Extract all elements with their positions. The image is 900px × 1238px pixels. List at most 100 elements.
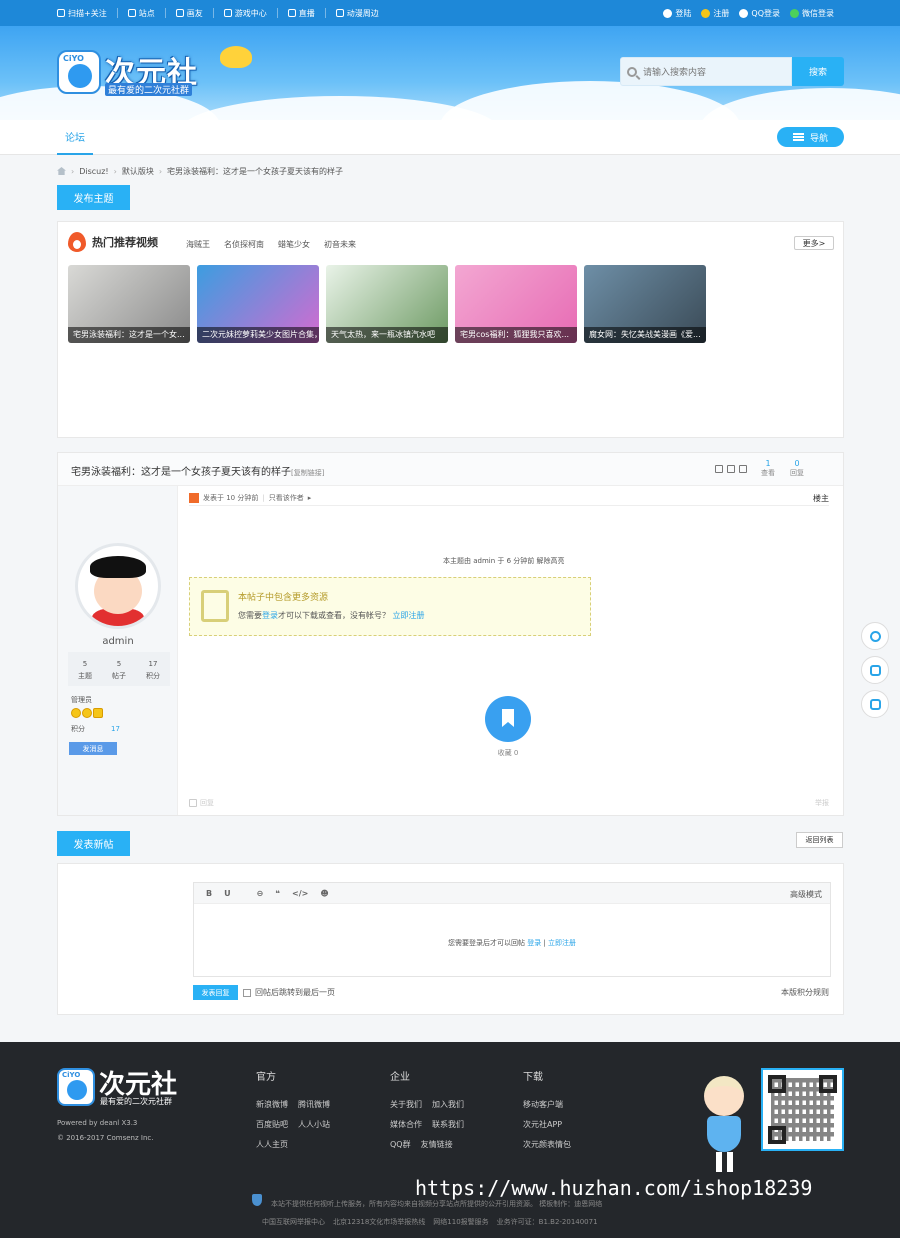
author-stat[interactable]: 5 主题	[68, 652, 102, 686]
hot-tag[interactable]: 蜡笔少女	[278, 239, 310, 250]
breadcrumb-item[interactable]: 默认版块	[122, 166, 154, 177]
author-role: 管理员	[71, 696, 92, 704]
footer-link[interactable]: 人人小站	[298, 1119, 330, 1130]
main-nav: 论坛 导航	[0, 120, 900, 155]
jump-to-last-checkbox[interactable]: 回帖后跳转到最后一页	[243, 987, 335, 998]
top-link-games[interactable]: 游戏中心	[223, 8, 267, 19]
divider	[164, 8, 166, 18]
top-bar: 扫描+关注 站点 画友 游戏中心 直播 动漫周边 登陆 注册 QQ登录 微信登录	[0, 0, 900, 26]
footer-link[interactable]: 中国互联网举报中心	[262, 1217, 325, 1227]
footer-link[interactable]: 百度贴吧	[256, 1119, 288, 1130]
report-link[interactable]: 举报	[815, 798, 829, 808]
register-link[interactable]: 立即注册	[393, 611, 425, 620]
favorite-button[interactable]	[485, 696, 531, 742]
link-button[interactable]: ⊖	[257, 889, 264, 898]
footer-link[interactable]: 加入我们	[432, 1099, 464, 1110]
chevron-right-icon: ›	[158, 166, 163, 176]
footer-col-company: 企业 关于我们 加入我们 媒体合作 联系我们 QQ群 友情链接	[390, 1072, 464, 1150]
divider	[276, 8, 278, 18]
avatar[interactable]	[75, 543, 161, 629]
top-link-friends[interactable]: 画友	[175, 8, 203, 19]
submit-reply-button[interactable]: 发表回复	[193, 985, 238, 1000]
advanced-mode-link[interactable]: 高级模式	[790, 889, 822, 900]
hot-tag[interactable]: 海贼王	[186, 239, 210, 250]
star-icon	[93, 708, 103, 718]
footer-link[interactable]: 友情链接	[421, 1139, 453, 1150]
footer-link[interactable]: 关于我们	[390, 1099, 422, 1110]
home-icon[interactable]	[57, 167, 66, 175]
powered-by: Powered by deanl X3.3	[57, 1119, 138, 1127]
footer-link[interactable]: QQ群	[390, 1139, 411, 1150]
top-link-scan[interactable]: 扫描+关注	[57, 8, 107, 19]
search-input[interactable]: 请输入搜索内容	[620, 57, 792, 86]
fire-icon	[68, 232, 86, 252]
footer-link[interactable]: 联系我们	[432, 1119, 464, 1130]
author-name[interactable]: admin	[58, 636, 178, 647]
wechat-login-link[interactable]: 微信登录	[790, 8, 834, 19]
login-link[interactable]: 登陆	[663, 8, 691, 19]
video-thumb[interactable]: 宅男cos福利：狐狸我只喜欢...	[455, 265, 577, 343]
tab-forum[interactable]: 论坛	[57, 120, 93, 155]
video-thumb[interactable]: 宅男泳装福利：这才是一个女...	[68, 265, 190, 343]
footer-link[interactable]: 次元社APP	[523, 1119, 562, 1130]
hot-tag[interactable]: 初音未来	[324, 239, 356, 250]
breadcrumb-item[interactable]: Discuz!	[79, 167, 108, 176]
next-icon[interactable]	[739, 465, 747, 473]
video-thumb[interactable]: 天气太热，来一瓶冰镇汽水吧	[326, 265, 448, 343]
author-stat[interactable]: 5 帖子	[102, 652, 136, 686]
bold-button[interactable]: B	[206, 889, 212, 898]
reply-link[interactable]: 回复	[189, 798, 214, 808]
emoji-button[interactable]: ☻	[320, 889, 328, 898]
top-link-merch[interactable]: 动漫周边	[335, 8, 379, 19]
logo-badge: CiYO	[57, 50, 101, 94]
guide-button[interactable]: 导航	[777, 127, 844, 147]
login-link[interactable]: 登录	[262, 611, 278, 620]
print-icon[interactable]	[715, 465, 723, 473]
site-logo[interactable]: CiYO 次元社 最有爱的二次元社群	[57, 46, 252, 100]
phone-contact-button[interactable]	[861, 656, 889, 684]
divider	[189, 505, 829, 506]
hot-tags: 海贼王 名侦探柯南 蜡笔少女 初音未来	[186, 239, 356, 250]
qq-contact-button[interactable]	[861, 622, 889, 650]
video-thumb[interactable]: 腐女网：失忆美战美漫画《爱...	[584, 265, 706, 343]
login-link[interactable]: 登录	[527, 939, 541, 947]
hot-videos-panel: 热门推荐视频 海贼王 名侦探柯南 蜡笔少女 初音未来 更多> 宅男泳装福利：这才…	[57, 221, 844, 438]
footer-link[interactable]: 网络110报警服务	[433, 1217, 488, 1227]
underline-button[interactable]: U	[224, 889, 231, 898]
breadcrumb-item[interactable]: 宅男泳装福利：这才是一个女孩子夏天该有的样子	[167, 166, 343, 177]
score-rules-link[interactable]: 本版积分规则	[781, 987, 829, 998]
qq-icon	[869, 630, 881, 642]
footer-link[interactable]: 媒体合作	[390, 1119, 422, 1130]
footer-link[interactable]: 人人主页	[256, 1139, 288, 1150]
qq-login-link[interactable]: QQ登录	[739, 8, 780, 19]
top-link-live[interactable]: 直播	[287, 8, 315, 19]
author-mini-icon	[189, 493, 199, 503]
disclaimer: 本站不提供任何视听上传服务，所有内容均来自视频分享站点所提供的公开引用资源。 模…	[271, 1200, 603, 1208]
footer-link[interactable]: 北京12318文化市场举报热线	[333, 1217, 425, 1227]
quote-button[interactable]: ❝	[275, 889, 280, 898]
footer-link[interactable]: 次元颜表情包	[523, 1139, 571, 1150]
feedback-button[interactable]	[861, 690, 889, 718]
new-thread-button[interactable]: 发布主题	[57, 185, 130, 210]
footer-link[interactable]: 业务许可证：B1.B2-20140071	[497, 1217, 598, 1227]
footer-link[interactable]: 移动客户端	[523, 1099, 563, 1110]
author-stat[interactable]: 17 积分	[136, 652, 170, 686]
copy-link[interactable]: [复制链接]	[291, 469, 324, 477]
search-button[interactable]: 搜索	[792, 57, 844, 86]
post-notice: 本主题由 admin 于 6 分钟前 解除高亮	[443, 557, 565, 565]
register-link[interactable]: 立即注册	[548, 939, 576, 947]
prev-icon[interactable]	[727, 465, 735, 473]
footer-link[interactable]: 腾讯微博	[298, 1099, 330, 1110]
top-link-site[interactable]: 站点	[127, 8, 155, 19]
only-author-link[interactable]: 只看该作者	[269, 493, 304, 503]
more-button[interactable]: 更多>	[794, 236, 834, 250]
back-to-list-button[interactable]: 返回列表	[796, 832, 843, 848]
author-column: admin 5 主题 5 帖子 17 积分 管理员 积分 17 发消息	[58, 486, 178, 815]
mascot-illustration	[694, 1076, 756, 1174]
footer-link[interactable]: 新浪微博	[256, 1099, 288, 1110]
code-button[interactable]: </>	[292, 889, 308, 898]
hot-tag[interactable]: 名侦探柯南	[224, 239, 264, 250]
register-link[interactable]: 注册	[701, 8, 729, 19]
send-message-button[interactable]: 发消息	[69, 742, 117, 755]
video-thumb[interactable]: 二次元妹控萝莉美少女图片合集，...	[197, 265, 319, 343]
